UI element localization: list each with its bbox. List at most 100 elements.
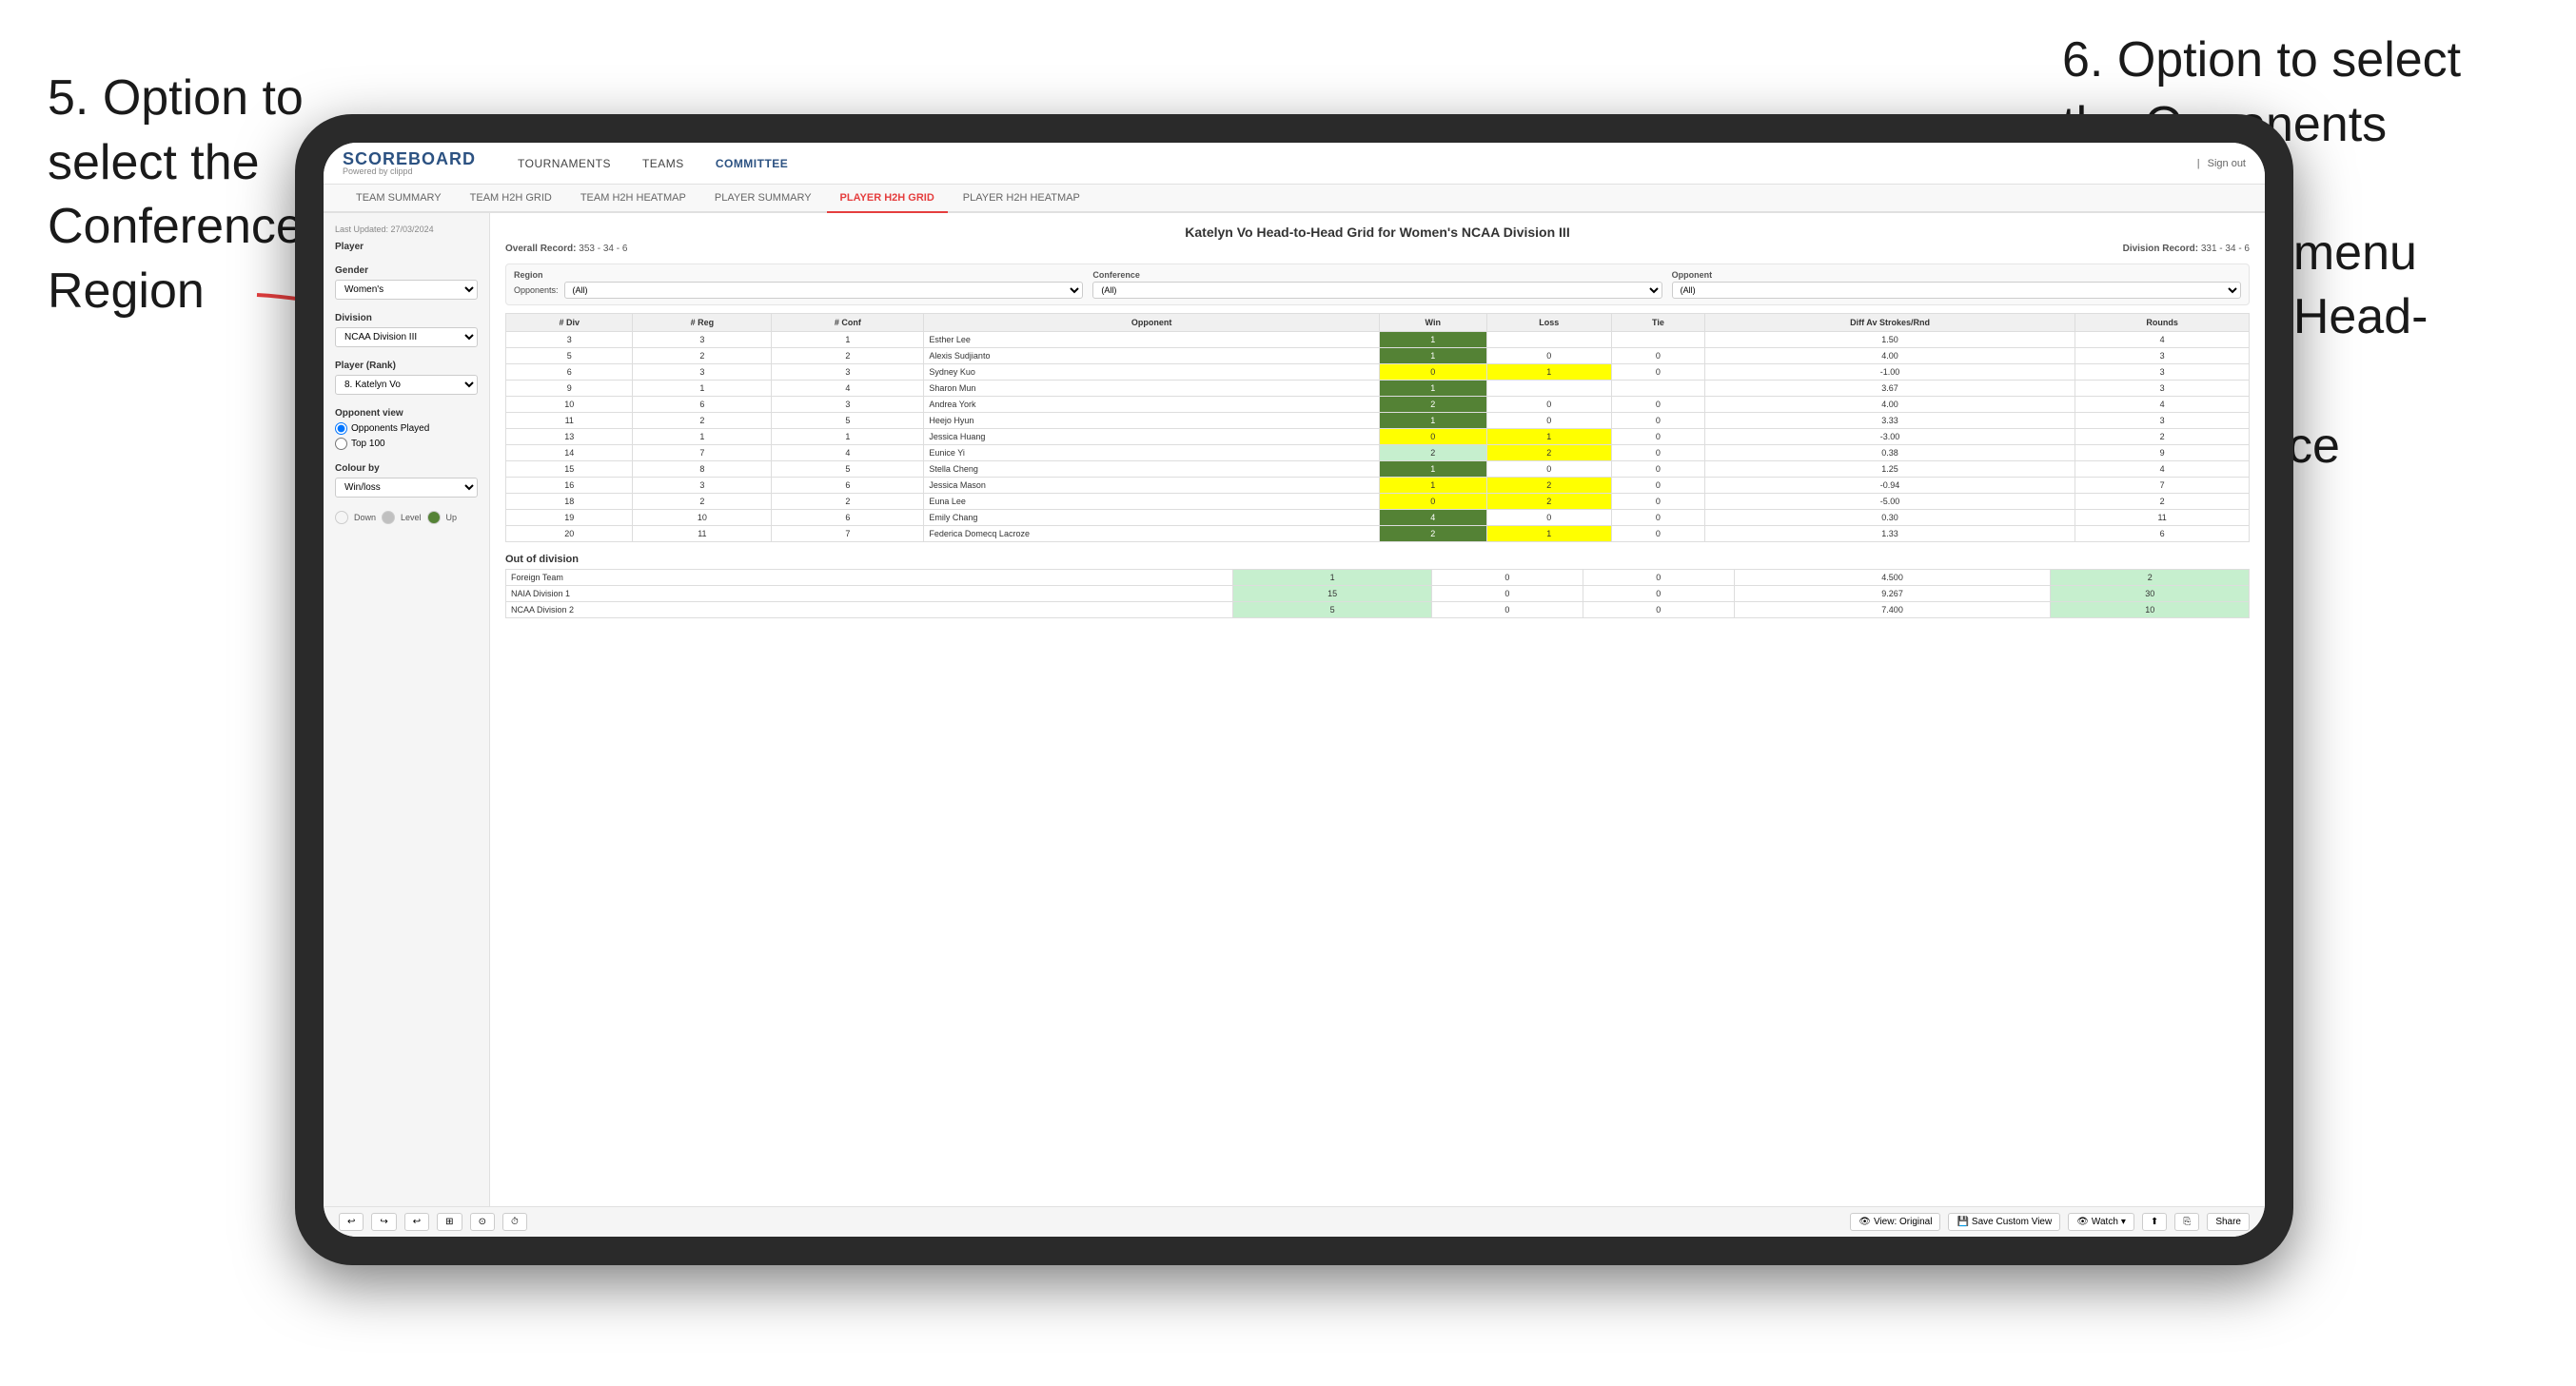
sidebar-player-section: Player [335,242,478,252]
filter-conference: Conference (All) [1092,270,1662,299]
clock-btn[interactable]: ⏱ [502,1213,527,1231]
export-btn[interactable]: ⬆ [2142,1213,2167,1231]
nav-tournaments[interactable]: TOURNAMENTS [504,151,624,176]
table-row: 11 2 5 Heejo Hyun 1 0 0 3.33 3 [506,413,2250,429]
overall-record: Overall Record: 353 - 34 - 6 [505,244,627,254]
app-header: SCOREBOARD Powered by clippd TOURNAMENTS… [324,143,2265,185]
table-row: 10 6 3 Andrea York 2 0 0 4.00 4 [506,397,2250,413]
table-row: 3 3 1 Esther Lee 1 1.50 4 [506,332,2250,348]
filters-row: Region Opponents: (All) Conference ( [505,264,2250,305]
table-row: 16 3 6 Jessica Mason 1 2 0 -0.94 7 [506,478,2250,494]
tab-team-h2h-grid[interactable]: TEAM H2H GRID [457,185,565,213]
gender-select[interactable]: Women's [335,280,478,300]
gender-label: Gender [335,265,478,276]
player-rank-select[interactable]: 8. Katelyn Vo [335,375,478,395]
sidebar-division-section: Division NCAA Division III [335,313,478,347]
content-area: Katelyn Vo Head-to-Head Grid for Women's… [490,213,2265,1206]
opponent-filter-label: Opponent [1672,270,2241,280]
view-original-btn[interactable]: 👁 View: Original [1850,1213,1940,1231]
tab-player-summary[interactable]: PLAYER SUMMARY [701,185,825,213]
table-row: NCAA Division 2 5 0 0 7.400 10 [506,602,2250,618]
conference-filter-select[interactable]: (All) [1092,282,1662,299]
grid-records: Overall Record: 353 - 34 - 6 Division Re… [505,244,2250,254]
legend-up-label: Up [446,513,458,522]
out-of-division-title: Out of division [505,554,2250,565]
table-row: 6 3 3 Sydney Kuo 0 1 0 -1.00 3 [506,364,2250,381]
th-tie: Tie [1611,314,1704,332]
share-btn[interactable]: Share [2207,1213,2250,1231]
legend-level-label: Level [401,513,422,522]
out-of-division-table: Foreign Team 1 0 0 4.500 2 NAIA Division… [505,569,2250,618]
region-filter-label: Region [514,270,1083,280]
link-btn[interactable]: ⊙ [470,1213,495,1231]
main-content: Last Updated: 27/03/2024 Player Gender W… [324,213,2265,1206]
table-header-row: # Div # Reg # Conf Opponent Win Loss Tie… [506,314,2250,332]
nav-committee[interactable]: COMMITTEE [702,151,802,176]
tab-player-h2h-heatmap[interactable]: PLAYER H2H HEATMAP [950,185,1093,213]
table-row: 19 10 6 Emily Chang 4 0 0 0.30 11 [506,510,2250,526]
th-diff: Diff Av Strokes/Rnd [1704,314,2075,332]
tablet-screen: SCOREBOARD Powered by clippd TOURNAMENTS… [324,143,2265,1237]
table-row: 14 7 4 Eunice Yi 2 2 0 0.38 9 [506,445,2250,461]
tab-team-h2h-heatmap[interactable]: TEAM H2H HEATMAP [567,185,699,213]
sidebar-player-rank-section: Player (Rank) 8. Katelyn Vo [335,361,478,395]
bottom-toolbar: ↩ ↪ ↩ ⊞ ⊙ ⏱ 👁 View: Original 💾 Save Cust… [324,1206,2265,1237]
table-row: 13 1 1 Jessica Huang 0 1 0 -3.00 2 [506,429,2250,445]
division-select[interactable]: NCAA Division III [335,327,478,347]
table-row: 15 8 5 Stella Cheng 1 0 0 1.25 4 [506,461,2250,478]
tab-team-summary[interactable]: TEAM SUMMARY [343,185,455,213]
table-row: 9 1 4 Sharon Mun 1 3.67 3 [506,381,2250,397]
table-row: 5 2 2 Alexis Sudjianto 1 0 0 4.00 3 [506,348,2250,364]
th-reg: # Reg [633,314,772,332]
table-row: 18 2 2 Euna Lee 0 2 0 -5.00 2 [506,494,2250,510]
last-updated: Last Updated: 27/03/2024 [335,224,478,234]
opponent-filter-select[interactable]: (All) [1672,282,2241,299]
tab-player-h2h-grid[interactable]: PLAYER H2H GRID [827,185,948,213]
sidebar-gender-section: Gender Women's [335,265,478,300]
h2h-table: # Div # Reg # Conf Opponent Win Loss Tie… [505,313,2250,542]
player-rank-label: Player (Rank) [335,361,478,371]
radio-top100[interactable]: Top 100 [335,438,478,450]
watch-btn[interactable]: 👁 Watch ▾ [2068,1213,2134,1231]
nav-teams[interactable]: TEAMS [629,151,698,176]
player-section-label: Player [335,242,478,252]
sign-out-link[interactable]: Sign out [2208,158,2246,169]
undo2-btn[interactable]: ↩ [404,1213,429,1231]
legend-up-dot [427,511,441,524]
main-nav: TOURNAMENTS TEAMS COMMITTEE [504,151,2169,176]
redo-btn[interactable]: ↪ [371,1213,396,1231]
opponent-view-radio: Opponents Played Top 100 [335,422,478,450]
opponent-view-label: Opponent view [335,408,478,419]
legend-down-label: Down [354,513,376,522]
grid-title: Katelyn Vo Head-to-Head Grid for Women's… [505,224,2250,240]
grid-btn[interactable]: ⊞ [437,1213,462,1231]
filter-opponent: Opponent (All) [1672,270,2241,299]
sidebar-opponent-view: Opponent view Opponents Played Top 100 [335,408,478,450]
th-opponent: Opponent [924,314,1380,332]
sub-nav: TEAM SUMMARY TEAM H2H GRID TEAM H2H HEAT… [324,185,2265,213]
colour-by-select[interactable]: Win/loss [335,478,478,498]
th-win: Win [1379,314,1486,332]
th-div: # Div [506,314,633,332]
region-filter-select[interactable]: (All) [564,282,1084,299]
out-of-division: Out of division Foreign Team 1 0 0 4.500… [505,554,2250,618]
table-row: Foreign Team 1 0 0 4.500 2 [506,570,2250,586]
sidebar: Last Updated: 27/03/2024 Player Gender W… [324,213,490,1206]
th-loss: Loss [1486,314,1611,332]
division-label: Division [335,313,478,323]
header-right: | Sign out [2197,158,2246,169]
tablet-device: SCOREBOARD Powered by clippd TOURNAMENTS… [295,114,2293,1265]
conference-filter-label: Conference [1092,270,1662,280]
region-opponents-label: Opponents: [514,285,559,295]
th-rounds: Rounds [2075,314,2250,332]
save-custom-btn[interactable]: 💾 Save Custom View [1948,1213,2060,1231]
undo-btn[interactable]: ↩ [339,1213,364,1231]
color-legend: Down Level Up [335,511,478,524]
sidebar-colour-by: Colour by Win/loss [335,463,478,498]
table-row: 20 11 7 Federica Domecq Lacroze 2 1 0 1.… [506,526,2250,542]
th-conf: # Conf [772,314,924,332]
radio-opponents-played[interactable]: Opponents Played [335,422,478,435]
filter-region: Region Opponents: (All) [514,270,1083,299]
copy-btn[interactable]: ⎘ [2174,1213,2199,1231]
table-row: NAIA Division 1 15 0 0 9.267 30 [506,586,2250,602]
